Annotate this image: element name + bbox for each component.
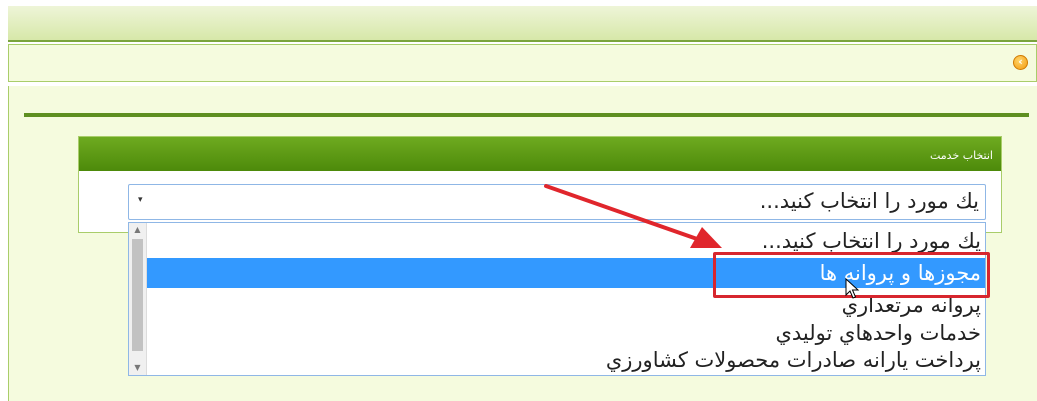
option-production-unit-services[interactable]: خدمات واحدهاي توليدي: [147, 321, 985, 345]
scroll-down-icon[interactable]: ▼: [129, 361, 146, 375]
chevron-down-icon[interactable]: ▾: [138, 195, 143, 205]
panel-title: انتخاب خدمت: [79, 137, 1001, 171]
top-banner: [8, 6, 1037, 42]
scrollbar-thumb[interactable]: [132, 239, 143, 351]
scroll-up-icon[interactable]: ▲: [129, 223, 146, 237]
select-value: يك مورد را انتخاب كنيد...: [759, 189, 979, 213]
option-export-subsidy-payment[interactable]: پرداخت يارانه صادرات محصولات كشاورزي: [147, 348, 985, 372]
toolbar: ‹: [8, 44, 1037, 82]
back-arrow-icon[interactable]: ‹: [1013, 55, 1028, 70]
section-divider: [24, 113, 1029, 117]
mouse-pointer-icon: [845, 278, 860, 299]
annotation-arrow-icon: [544, 184, 722, 248]
scrollbar[interactable]: ▲ ▼: [129, 223, 147, 375]
